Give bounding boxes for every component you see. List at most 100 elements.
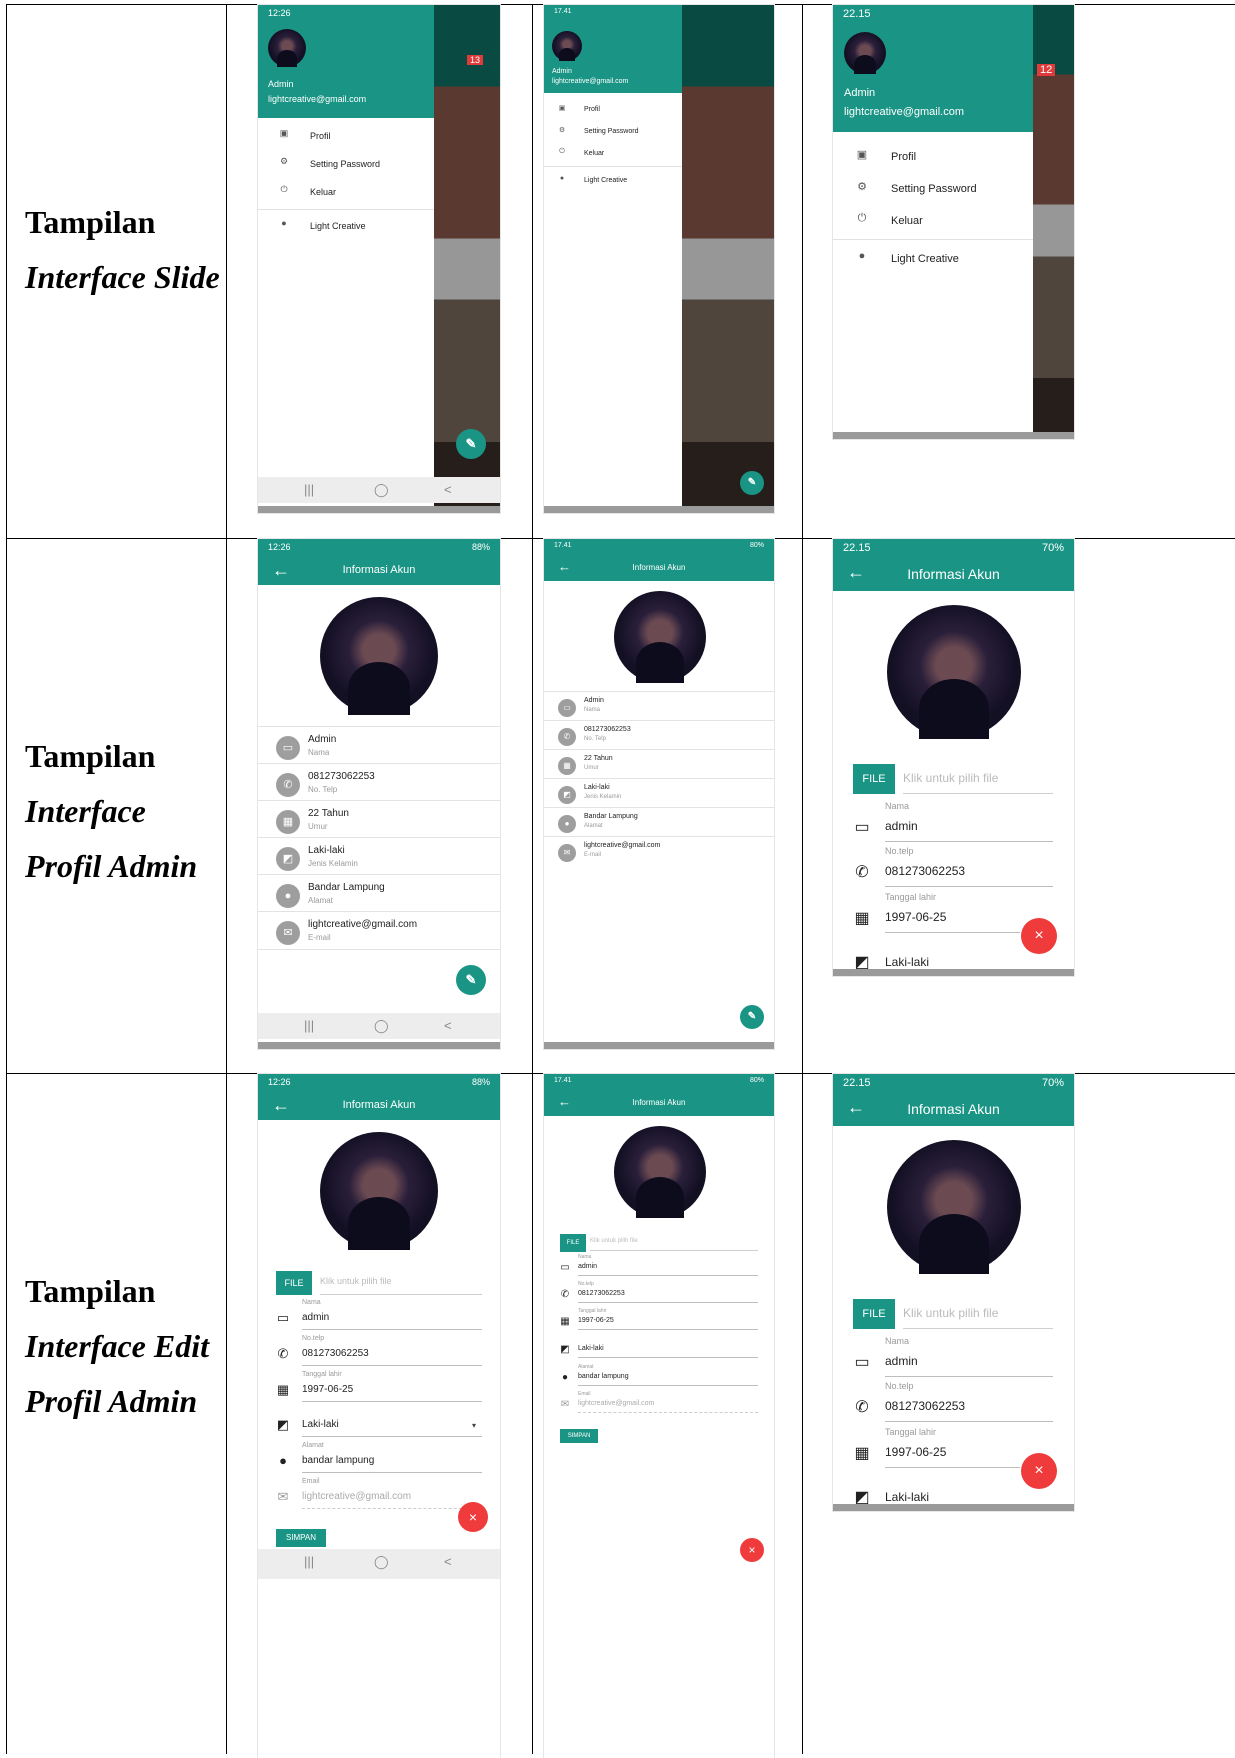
gender-icon: ◩ <box>276 1417 290 1432</box>
nama-field[interactable]: admin <box>302 1312 482 1330</box>
menu-item-profil[interactable]: ▣ Profil <box>544 104 682 118</box>
alamat-label: Alamat <box>302 1442 324 1449</box>
label-cell: Tampilan Interface Edit Profil Admin <box>6 1074 227 1754</box>
nama-field[interactable]: admin <box>885 1354 1053 1377</box>
jk-select[interactable]: Laki-laki <box>885 955 929 969</box>
id-card-icon: ▭ <box>854 819 870 836</box>
menu-item-keluar[interactable]: ⏻ Keluar <box>544 148 682 162</box>
dropdown-arrow-icon[interactable]: ▾ <box>472 1421 476 1430</box>
file-placeholder[interactable]: Klik untuk pilih file <box>903 771 1053 794</box>
close-fab[interactable]: × <box>1021 1453 1057 1489</box>
status-bar: 12:26 88% <box>258 1074 500 1090</box>
notification-badge: 12 <box>1037 64 1056 76</box>
jk-select[interactable]: Laki-laki <box>302 1419 482 1437</box>
tgl-field[interactable]: 1997-06-25 <box>885 1445 1020 1468</box>
tgl-label: Tanggal lahir <box>885 1427 937 1437</box>
badge-icon: ▣ <box>279 128 289 138</box>
alamat-field[interactable]: bandar lampung <box>302 1455 482 1473</box>
file-placeholder[interactable]: Klik untuk pilih file <box>903 1306 1053 1329</box>
alamat-label: Alamat <box>578 1364 594 1370</box>
info-row-alamat: ● Bandar Lampung Alamat <box>258 874 500 912</box>
email-field: lightcreative@gmail.com <box>302 1491 482 1509</box>
table-row-profil: Tampilan Interface Profil Admin 12:26 88%… <box>6 538 1235 1074</box>
menu-item-profil[interactable]: ▣ Profil <box>833 148 1033 168</box>
info-icon: ● <box>559 175 565 182</box>
page-title: Informasi Akun <box>342 1099 416 1111</box>
menu-item-keluar[interactable]: ⏻ Keluar <box>258 184 434 204</box>
close-fab[interactable]: × <box>458 1502 488 1532</box>
gender-icon: ◩ <box>558 786 576 804</box>
menu-item-setting-password[interactable]: ⚙ Setting Password <box>258 156 434 176</box>
app-bar: ← Informasi Akun <box>258 1090 500 1120</box>
calendar-icon: ▦ <box>854 1445 870 1462</box>
badge-icon: ▣ <box>856 149 868 161</box>
avatar <box>268 29 306 67</box>
file-placeholder[interactable]: Klik untuk pilih file <box>320 1276 482 1295</box>
save-button[interactable]: SIMPAN <box>560 1429 598 1443</box>
device-edge <box>544 1042 774 1049</box>
nama-label: Nama <box>885 801 910 811</box>
file-button[interactable]: FILE <box>276 1271 312 1295</box>
menu-item-profil[interactable]: ▣ Profil <box>258 128 434 148</box>
tgl-field[interactable]: 1997-06-25 <box>302 1384 482 1402</box>
phone-icon: ✆ <box>855 1399 869 1416</box>
close-fab[interactable]: × <box>1021 918 1057 954</box>
menu-item-keluar[interactable]: ⏻ Keluar <box>833 212 1033 232</box>
phone-slide-a: 12:26 Admin lightcreative@gmail.com ▣ Pro… <box>258 5 500 513</box>
label-cell: Tampilan Interface Slide <box>6 5 227 539</box>
telp-field[interactable]: 081273062253 <box>885 1399 1053 1422</box>
row-label: Tampilan Interface Edit Profil Admin <box>25 1264 209 1429</box>
tgl-field[interactable]: 1997-06-25 <box>885 910 1020 933</box>
phone-slide-c: 22.15 Admin lightcreative@gmail.com ▣ Pro… <box>833 5 1074 439</box>
telp-field[interactable]: 081273062253 <box>578 1290 758 1303</box>
email-label: Email <box>302 1478 320 1485</box>
power-icon: ⏻ <box>857 212 867 224</box>
menu-item-light-creative[interactable]: ● Light Creative <box>258 218 434 238</box>
menu-item-light-creative[interactable]: ● Light Creative <box>544 175 682 189</box>
mail-icon: ✉ <box>558 844 576 862</box>
file-button[interactable]: FILE <box>853 1299 895 1329</box>
drawer-name: Admin <box>268 79 294 89</box>
alamat-field[interactable]: bandar lampung <box>578 1373 758 1386</box>
edit-fab[interactable]: ✎ <box>740 1005 764 1029</box>
nama-field[interactable]: admin <box>885 819 1053 842</box>
info-row-email: ✉ lightcreative@gmail.com E-mail <box>544 836 774 866</box>
drawer-name: Admin <box>552 68 572 75</box>
add-photo-fab[interactable]: ✎ <box>740 471 764 495</box>
menu-item-setting-password[interactable]: ⚙ Setting Password <box>833 180 1033 200</box>
location-icon: ● <box>279 1453 287 1468</box>
gear-icon: ⚙ <box>279 156 289 166</box>
mail-icon: ✉ <box>560 1399 570 1410</box>
profile-photo <box>320 1132 438 1250</box>
menu-item-setting-password[interactable]: ⚙ Setting Password <box>544 126 682 140</box>
edit-fab[interactable]: ✎ <box>456 965 486 995</box>
close-fab[interactable]: × <box>740 1538 764 1562</box>
status-bar: 22.15 70% <box>833 539 1074 555</box>
jk-select[interactable]: Laki-laki <box>885 1490 929 1504</box>
phone-icon: ✆ <box>560 1289 570 1300</box>
table-row-edit: Tampilan Interface Edit Profil Admin 12:… <box>6 1073 1235 1758</box>
email-field: lightcreative@gmail.com <box>578 1400 758 1413</box>
telp-field[interactable]: 081273062253 <box>302 1348 482 1366</box>
app-bar: ← Informasi Akun <box>544 555 774 581</box>
nav-drawer: 12:26 Admin lightcreative@gmail.com ▣ Pro… <box>258 5 434 513</box>
telp-field[interactable]: 081273062253 <box>885 864 1053 887</box>
gender-icon: ◩ <box>560 1344 570 1355</box>
file-placeholder[interactable]: Klik untuk pilih file <box>590 1238 758 1251</box>
nama-field[interactable]: admin <box>578 1263 758 1276</box>
menu-item-light-creative[interactable]: ● Light Creative <box>833 250 1033 270</box>
file-button[interactable]: FILE <box>560 1234 586 1252</box>
calendar-icon: ▦ <box>560 1316 570 1327</box>
file-button[interactable]: FILE <box>853 764 895 794</box>
info-row-telp: ✆ 081273062253 No. Telp <box>544 720 774 750</box>
device-edge <box>544 506 774 513</box>
save-button[interactable]: SIMPAN <box>276 1529 326 1547</box>
row-label: Tampilan Interface Profil Admin <box>25 729 197 894</box>
jk-select[interactable]: Laki-laki <box>578 1345 758 1358</box>
behind-content <box>682 5 774 513</box>
tgl-field[interactable]: 1997-06-25 <box>578 1317 758 1330</box>
label-line-2: Interface Edit <box>25 1328 209 1364</box>
app-bar: ← Informasi Akun <box>544 1090 774 1116</box>
add-photo-fab[interactable]: ✎ <box>456 429 486 459</box>
calendar-icon: ▦ <box>276 810 300 834</box>
